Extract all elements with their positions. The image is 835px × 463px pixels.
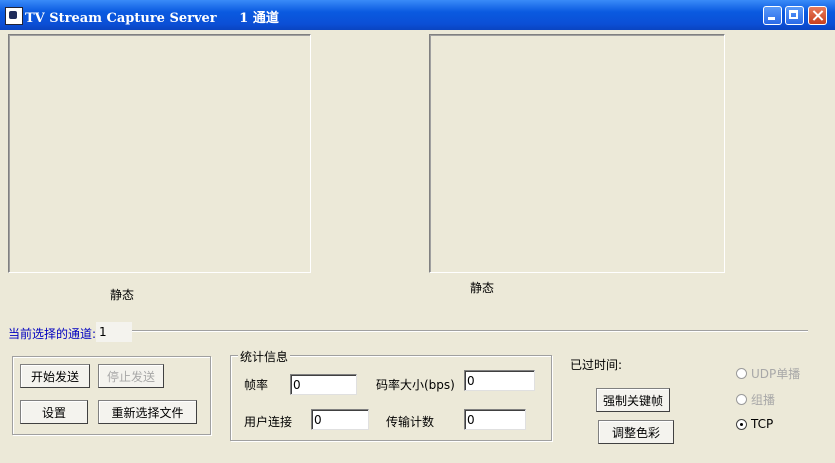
tcp-label: TCP	[751, 417, 774, 431]
start-send-button[interactable]: 开始发送	[20, 364, 90, 388]
current-channel-value: 1	[99, 325, 107, 339]
right-preview-status: 静态	[470, 281, 495, 295]
radio-indicator	[736, 418, 747, 430]
bitrate-label: 码率大小(bps)	[376, 378, 455, 392]
tcp-radio[interactable]: TCP	[736, 417, 773, 431]
radio-indicator	[736, 368, 747, 379]
maximize-button[interactable]	[785, 6, 804, 25]
left-video-preview	[8, 34, 311, 273]
stop-send-button[interactable]: 停止发送	[98, 364, 164, 388]
force-keyframe-button[interactable]: 强制关键帧	[596, 388, 670, 412]
current-channel-value-box: 1	[96, 322, 132, 342]
reselect-file-button[interactable]: 重新选择文件	[98, 400, 197, 424]
minimize-button[interactable]	[763, 6, 782, 25]
frame-rate-field[interactable]: 0	[290, 374, 357, 395]
right-video-preview	[429, 34, 725, 273]
current-channel-label: 当前选择的通道:	[8, 327, 97, 341]
user-connections-field[interactable]: 0	[311, 409, 369, 430]
elapsed-time-label: 已过时间:	[570, 358, 623, 372]
multicast-label: 组播	[751, 393, 776, 407]
radio-indicator	[736, 394, 747, 405]
bitrate-field[interactable]: 0	[464, 370, 535, 391]
user-connections-label: 用户连接	[244, 415, 293, 429]
udp-unicast-radio[interactable]: UDP单播	[736, 365, 800, 382]
settings-button[interactable]: 设置	[20, 400, 88, 424]
tv-app-icon[interactable]	[5, 7, 23, 25]
multicast-radio[interactable]: 组播	[736, 391, 775, 408]
stats-group-title: 统计信息	[238, 348, 291, 365]
window-title: TV Stream Capture Server 1 通道	[25, 11, 279, 26]
left-preview-status: 静态	[110, 288, 135, 302]
separator-line	[132, 330, 808, 332]
transfer-count-field[interactable]: 0	[464, 409, 526, 430]
udp-unicast-label: UDP单播	[751, 367, 801, 381]
close-button[interactable]	[808, 6, 827, 25]
transfer-count-label: 传输计数	[386, 415, 435, 429]
frame-rate-label: 帧率	[244, 378, 269, 392]
adjust-color-button[interactable]: 调整色彩	[598, 420, 674, 444]
title-bar: TV Stream Capture Server 1 通道	[0, 0, 835, 30]
